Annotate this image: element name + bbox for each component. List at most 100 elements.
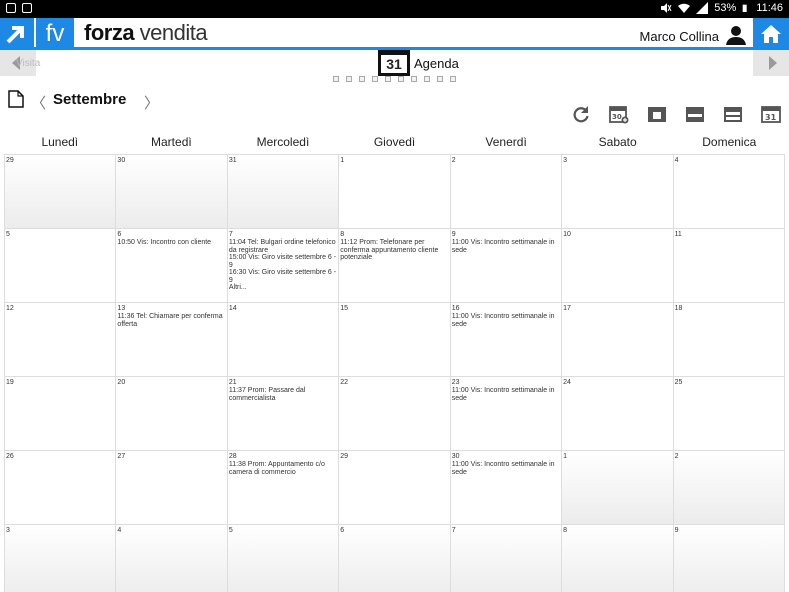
calendar-week-icon[interactable] (685, 104, 705, 124)
page-dot[interactable] (333, 76, 339, 82)
calendar-event[interactable]: 11:00 Vis: Incontro settimanale in sede (452, 387, 560, 402)
calendar-day-cell[interactable]: 25 (673, 377, 785, 451)
refresh-icon[interactable] (571, 104, 591, 124)
day-number: 3 (563, 157, 568, 164)
calendar-event[interactable]: 11:37 Prom: Passare dal commercialista (229, 387, 337, 402)
calendar-day-cell[interactable]: 13 11:36 Tel: Chiamare per conferma offer… (116, 303, 228, 377)
today-day-label: 31 (765, 113, 777, 122)
day-number: 15 (340, 305, 349, 312)
page-dot[interactable] (398, 76, 404, 82)
calendar-day-cell[interactable]: 30 (116, 155, 228, 229)
calendar-day-cell[interactable]: 11 (673, 229, 785, 303)
page-dot[interactable] (385, 76, 391, 82)
calendar-day-cell[interactable]: 31 (227, 155, 340, 229)
user-name[interactable]: Marco Collina (640, 29, 719, 44)
calendar-event[interactable]: 11:36 Tel: Chiamare per conferma offerta (117, 313, 225, 328)
calendar-day-cell[interactable]: 24 (562, 377, 674, 451)
calendar-day-cell[interactable]: 7 (450, 525, 563, 592)
user-icon[interactable] (725, 24, 747, 46)
next-month-button[interactable]: 〉 (144, 92, 159, 113)
page-dot[interactable] (437, 76, 443, 82)
calendar-day-cell[interactable]: 14 (227, 303, 340, 377)
new-document-icon[interactable] (8, 90, 24, 108)
calendar-day-cell[interactable]: 5 (5, 229, 117, 303)
calendar-day-cell[interactable]: 9 (673, 525, 785, 592)
calendar-day-cell[interactable]: 17 (562, 303, 674, 377)
calendar-day-cell[interactable]: 20 (116, 377, 228, 451)
calendar-month-icon[interactable] (723, 104, 743, 124)
day-number: 1 (340, 157, 345, 164)
calendar-event[interactable]: 15:00 Vis: Giro visite settembre 6 - 9 (229, 254, 337, 269)
calendar-day-cell[interactable]: 18 (673, 303, 785, 377)
page-dot[interactable] (424, 76, 430, 82)
page-dot[interactable] (346, 76, 352, 82)
page-dot[interactable] (372, 76, 378, 82)
calendar-day-cell[interactable]: 29 (5, 155, 117, 229)
wifi-icon (678, 3, 691, 13)
previous-month-button[interactable]: 〈 (31, 92, 46, 113)
calendar-day-cell[interactable]: 7 11:04 Tel: Bulgari ordine telefonico da… (227, 229, 340, 303)
calendar-day-cell[interactable]: 23 11:00 Vis: Incontro settimanale in sed… (450, 377, 563, 451)
calendar-day-cell[interactable]: 4 (116, 525, 228, 592)
weekday-label: Martedì (151, 135, 192, 149)
calendar-day-cell[interactable]: 1 (339, 155, 451, 229)
day-number: 22 (340, 379, 349, 386)
page-indicator (333, 76, 456, 82)
day-number: 1 (563, 453, 568, 460)
app-logo-button[interactable] (0, 18, 34, 50)
day-number: 11 (674, 231, 682, 238)
fv-logo: fv (36, 18, 74, 50)
calendar-event[interactable]: 11:04 Tel: Bulgari ordine telefonico da … (229, 239, 337, 254)
day-number: 31 (228, 157, 237, 164)
calendar-day-cell[interactable]: 16 11:00 Vis: Incontro settimanale in sed… (450, 303, 563, 377)
calendar-day-cell[interactable]: 1 (562, 451, 674, 525)
calendar-day-cell[interactable]: 4 (673, 155, 785, 229)
weekday-label: Sabato (598, 135, 637, 149)
calendar-day-cell[interactable]: 30 11:00 Vis: Incontro settimanale in sed… (450, 451, 563, 525)
day-number: 17 (563, 305, 571, 312)
calendar-day-cell[interactable]: 8 11:12 Prom: Telefonare per conferma app… (339, 229, 451, 303)
calendar-event[interactable]: 11:00 Vis: Incontro settimanale in sede (452, 313, 560, 328)
calendar-day-cell[interactable]: 6 (339, 525, 451, 592)
calendar-day-cell[interactable]: 26 (5, 451, 117, 525)
day-number: 9 (451, 231, 456, 238)
month-title: Settembre (53, 91, 127, 108)
next-module-button[interactable] (753, 50, 789, 76)
calendar-day-cell[interactable]: 8 (562, 525, 674, 592)
page-dot[interactable] (450, 76, 456, 82)
signal-icon (696, 2, 709, 14)
calendar-event[interactable]: 11:00 Vis: Incontro settimanale in sede (452, 239, 560, 254)
calendar-day-cell[interactable]: 2 (673, 451, 785, 525)
calendar-day-cell[interactable]: 3 (562, 155, 674, 229)
day-number: 5 (228, 527, 233, 534)
day-number: 26 (6, 453, 14, 460)
calendar-day-cell[interactable]: 28 11:38 Prom: Appuntamento c/o camera di… (227, 451, 340, 525)
calendar-day-cell[interactable]: 6 10:50 Vis: Incontro con cliente (116, 229, 228, 303)
calendar-day-cell[interactable]: 15 (339, 303, 451, 377)
calendar-event[interactable]: 11:00 Vis: Incontro settimanale in sede (452, 461, 560, 476)
calendar-event[interactable]: 11:38 Prom: Appuntamento c/o camera di c… (229, 461, 337, 476)
calendar-event[interactable]: 16:30 Vis: Giro visite settembre 6 - 9 (229, 269, 337, 284)
calendar-event[interactable]: 11:12 Prom: Telefonare per conferma appu… (340, 239, 448, 262)
calendar-day-cell[interactable]: 10 (562, 229, 674, 303)
calendar-day-cell[interactable]: 29 (339, 451, 451, 525)
calendar-day-cell[interactable]: 19 (5, 377, 117, 451)
day-number: 8 (563, 527, 568, 534)
home-button[interactable] (753, 18, 789, 50)
calendar-day-cell[interactable]: 3 (5, 525, 117, 592)
page-dot[interactable] (411, 76, 417, 82)
calendar-day-cell[interactable]: 12 (5, 303, 117, 377)
calendar-day-cell[interactable]: 5 (227, 525, 340, 592)
calendar-add-icon[interactable]: 30 (609, 104, 629, 124)
calendar-event[interactable]: 10:50 Vis: Incontro con cliente (117, 239, 225, 247)
calendar-day-icon[interactable] (647, 104, 667, 124)
page-dot[interactable] (359, 76, 365, 82)
calendar-day-cell[interactable]: 22 (339, 377, 451, 451)
calendar-day-cell[interactable]: 9 11:00 Vis: Incontro settimanale in sede (450, 229, 563, 303)
calendar-day-cell[interactable]: 27 (116, 451, 228, 525)
calendar-today-icon[interactable]: 31 (761, 104, 781, 124)
calendar-day-cell[interactable]: 2 (450, 155, 563, 229)
calendar-day-cell[interactable]: 21 11:37 Prom: Passare dal commercialista (227, 377, 340, 451)
agenda-calendar-icon: 31 (378, 50, 410, 76)
more-events-link[interactable]: Altri... (229, 284, 337, 292)
